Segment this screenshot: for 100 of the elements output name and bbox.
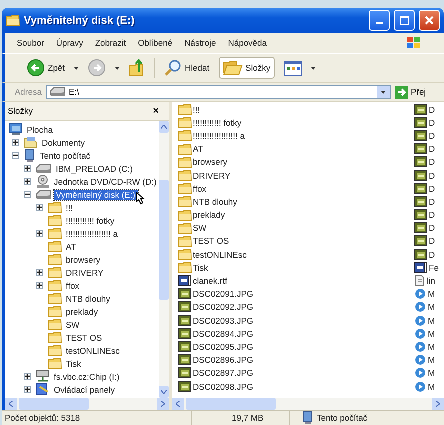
file-name[interactable]: D: [429, 144, 436, 154]
scroll-down-icon[interactable]: [161, 390, 167, 394]
file-name[interactable]: DSC02897.JPG: [193, 368, 254, 378]
scroll-left-icon[interactable]: [176, 401, 180, 407]
menu-item[interactable]: Nástroje: [184, 38, 216, 48]
file-name[interactable]: M: [428, 368, 436, 378]
file-name[interactable]: D: [429, 196, 436, 207]
file-name[interactable]: preklady: [193, 210, 226, 220]
file-name[interactable]: DSC02098.JPG: [193, 382, 254, 392]
caret-icon[interactable]: [115, 66, 120, 70]
file-name[interactable]: Fe: [429, 262, 439, 273]
scroll-right-icon[interactable]: [436, 401, 440, 407]
file-name[interactable]: AT: [193, 144, 204, 154]
expand-button[interactable]: [36, 282, 43, 289]
go-button[interactable]: Přej: [394, 86, 426, 98]
menu-item[interactable]: Soubor: [17, 38, 44, 48]
search-button[interactable]: Hledat: [160, 56, 214, 80]
tree-item[interactable]: Ovládací panely: [52, 384, 117, 394]
expand-button[interactable]: [24, 178, 31, 185]
tree-item[interactable]: Tisk: [64, 358, 84, 368]
file-name[interactable]: DRIVERY: [193, 170, 231, 181]
back-button[interactable]: Zpět: [23, 56, 70, 80]
tree-item[interactable]: !!!!!!!!!!!! fotky: [64, 216, 117, 226]
tree-item[interactable]: Vyměnitelný disk (E:): [54, 190, 138, 200]
minimize-button[interactable]: [369, 10, 390, 31]
file-name[interactable]: TEST OS: [193, 236, 230, 246]
tree-item[interactable]: Plocha: [25, 124, 55, 134]
expand-button[interactable]: [24, 386, 31, 393]
scroll-right-icon[interactable]: [161, 401, 165, 407]
tree-item[interactable]: !!!: [64, 202, 76, 212]
expand-button[interactable]: [12, 139, 19, 146]
close-button[interactable]: [419, 10, 440, 31]
tree-item[interactable]: Dokumenty: [40, 138, 87, 148]
file-name[interactable]: SW: [193, 223, 207, 234]
scrollbar[interactable]: [172, 398, 444, 410]
caret-icon[interactable]: [310, 66, 316, 70]
tree-item[interactable]: SW: [64, 320, 82, 330]
menu-item[interactable]: Zobrazit: [95, 38, 126, 48]
file-name[interactable]: M: [428, 382, 436, 392]
file-name[interactable]: Tisk: [193, 262, 208, 273]
file-name[interactable]: D: [429, 210, 436, 220]
menu-item[interactable]: Oblíbené: [138, 38, 173, 48]
tree-item[interactable]: AT: [64, 242, 78, 252]
folders-button[interactable]: Složky: [218, 57, 275, 79]
scroll-up-icon[interactable]: [161, 125, 167, 129]
collapse-button[interactable]: [12, 152, 19, 159]
file-name[interactable]: DSC02896.JPG: [193, 355, 254, 366]
close-pane-button[interactable]: ×: [153, 106, 159, 116]
tree-item[interactable]: DRIVERY: [64, 268, 106, 278]
maximize-button[interactable]: [394, 10, 415, 31]
file-name[interactable]: DSC02092.JPG: [193, 302, 254, 312]
tree-item[interactable]: ffox: [64, 280, 82, 290]
file-name[interactable]: DSC02093.JPG: [193, 316, 254, 326]
dropdown-button[interactable]: [376, 86, 390, 98]
file-name[interactable]: D: [429, 104, 436, 115]
address-field[interactable]: E:\: [46, 85, 391, 99]
file-name[interactable]: D: [429, 130, 436, 141]
file-name[interactable]: M: [428, 302, 436, 312]
tree-item[interactable]: IBM_PRELOAD (C:): [54, 164, 135, 174]
file-name[interactable]: clanek.rtf: [193, 276, 228, 286]
file-name[interactable]: M: [428, 316, 436, 326]
file-name[interactable]: browsery: [193, 157, 228, 168]
scrollbar[interactable]: [159, 121, 169, 398]
file-name[interactable]: M: [428, 328, 436, 339]
caret-icon[interactable]: [74, 66, 80, 70]
file-name[interactable]: testONLINEsc: [193, 250, 247, 260]
tree-item[interactable]: TEST OS: [64, 332, 104, 342]
expand-button[interactable]: [24, 373, 31, 380]
file-name[interactable]: NTB dlouhy: [193, 196, 238, 207]
file-name[interactable]: D: [429, 170, 436, 181]
file-name[interactable]: ffox: [193, 184, 207, 194]
tree-item[interactable]: !!!!!!!!!!!!!!!!!!! a: [64, 228, 120, 238]
file-name[interactable]: D: [429, 118, 436, 128]
tree-item[interactable]: NTB dlouhy: [64, 294, 112, 304]
tree-item[interactable]: testONLINEsc: [64, 346, 122, 356]
file-name[interactable]: M: [428, 342, 436, 352]
menu-item[interactable]: Úpravy: [56, 38, 84, 48]
expand-button[interactable]: [24, 165, 31, 172]
file-name[interactable]: DSC02894.JPG: [193, 328, 254, 339]
menu-item[interactable]: Nápověda: [228, 38, 267, 48]
file-name[interactable]: D: [429, 250, 436, 260]
tree-item[interactable]: browsery: [64, 254, 102, 264]
expand-button[interactable]: [36, 269, 43, 276]
file-name[interactable]: !!!: [193, 104, 200, 115]
file-name[interactable]: D: [429, 184, 436, 194]
file-name[interactable]: DSC02091.JPG: [193, 289, 254, 300]
expand-button[interactable]: [36, 230, 43, 237]
file-name[interactable]: D: [429, 223, 436, 234]
file-name[interactable]: lin: [427, 276, 436, 286]
tree-item[interactable]: Jednotka DVD/CD-RW (D:): [52, 176, 159, 186]
file-name[interactable]: DSC02095.JPG: [193, 342, 254, 352]
tree-item[interactable]: Tento počítač: [38, 150, 93, 160]
expand-button[interactable]: [36, 204, 43, 211]
file-name[interactable]: M: [428, 289, 436, 300]
caret-icon[interactable]: [380, 90, 386, 94]
file-name[interactable]: M: [428, 355, 436, 366]
tree-item[interactable]: fs.vbc.cz:Chip (I:): [52, 372, 122, 382]
scrollbar[interactable]: [5, 398, 169, 410]
scroll-left-icon[interactable]: [9, 401, 13, 407]
file-name[interactable]: D: [429, 157, 436, 168]
